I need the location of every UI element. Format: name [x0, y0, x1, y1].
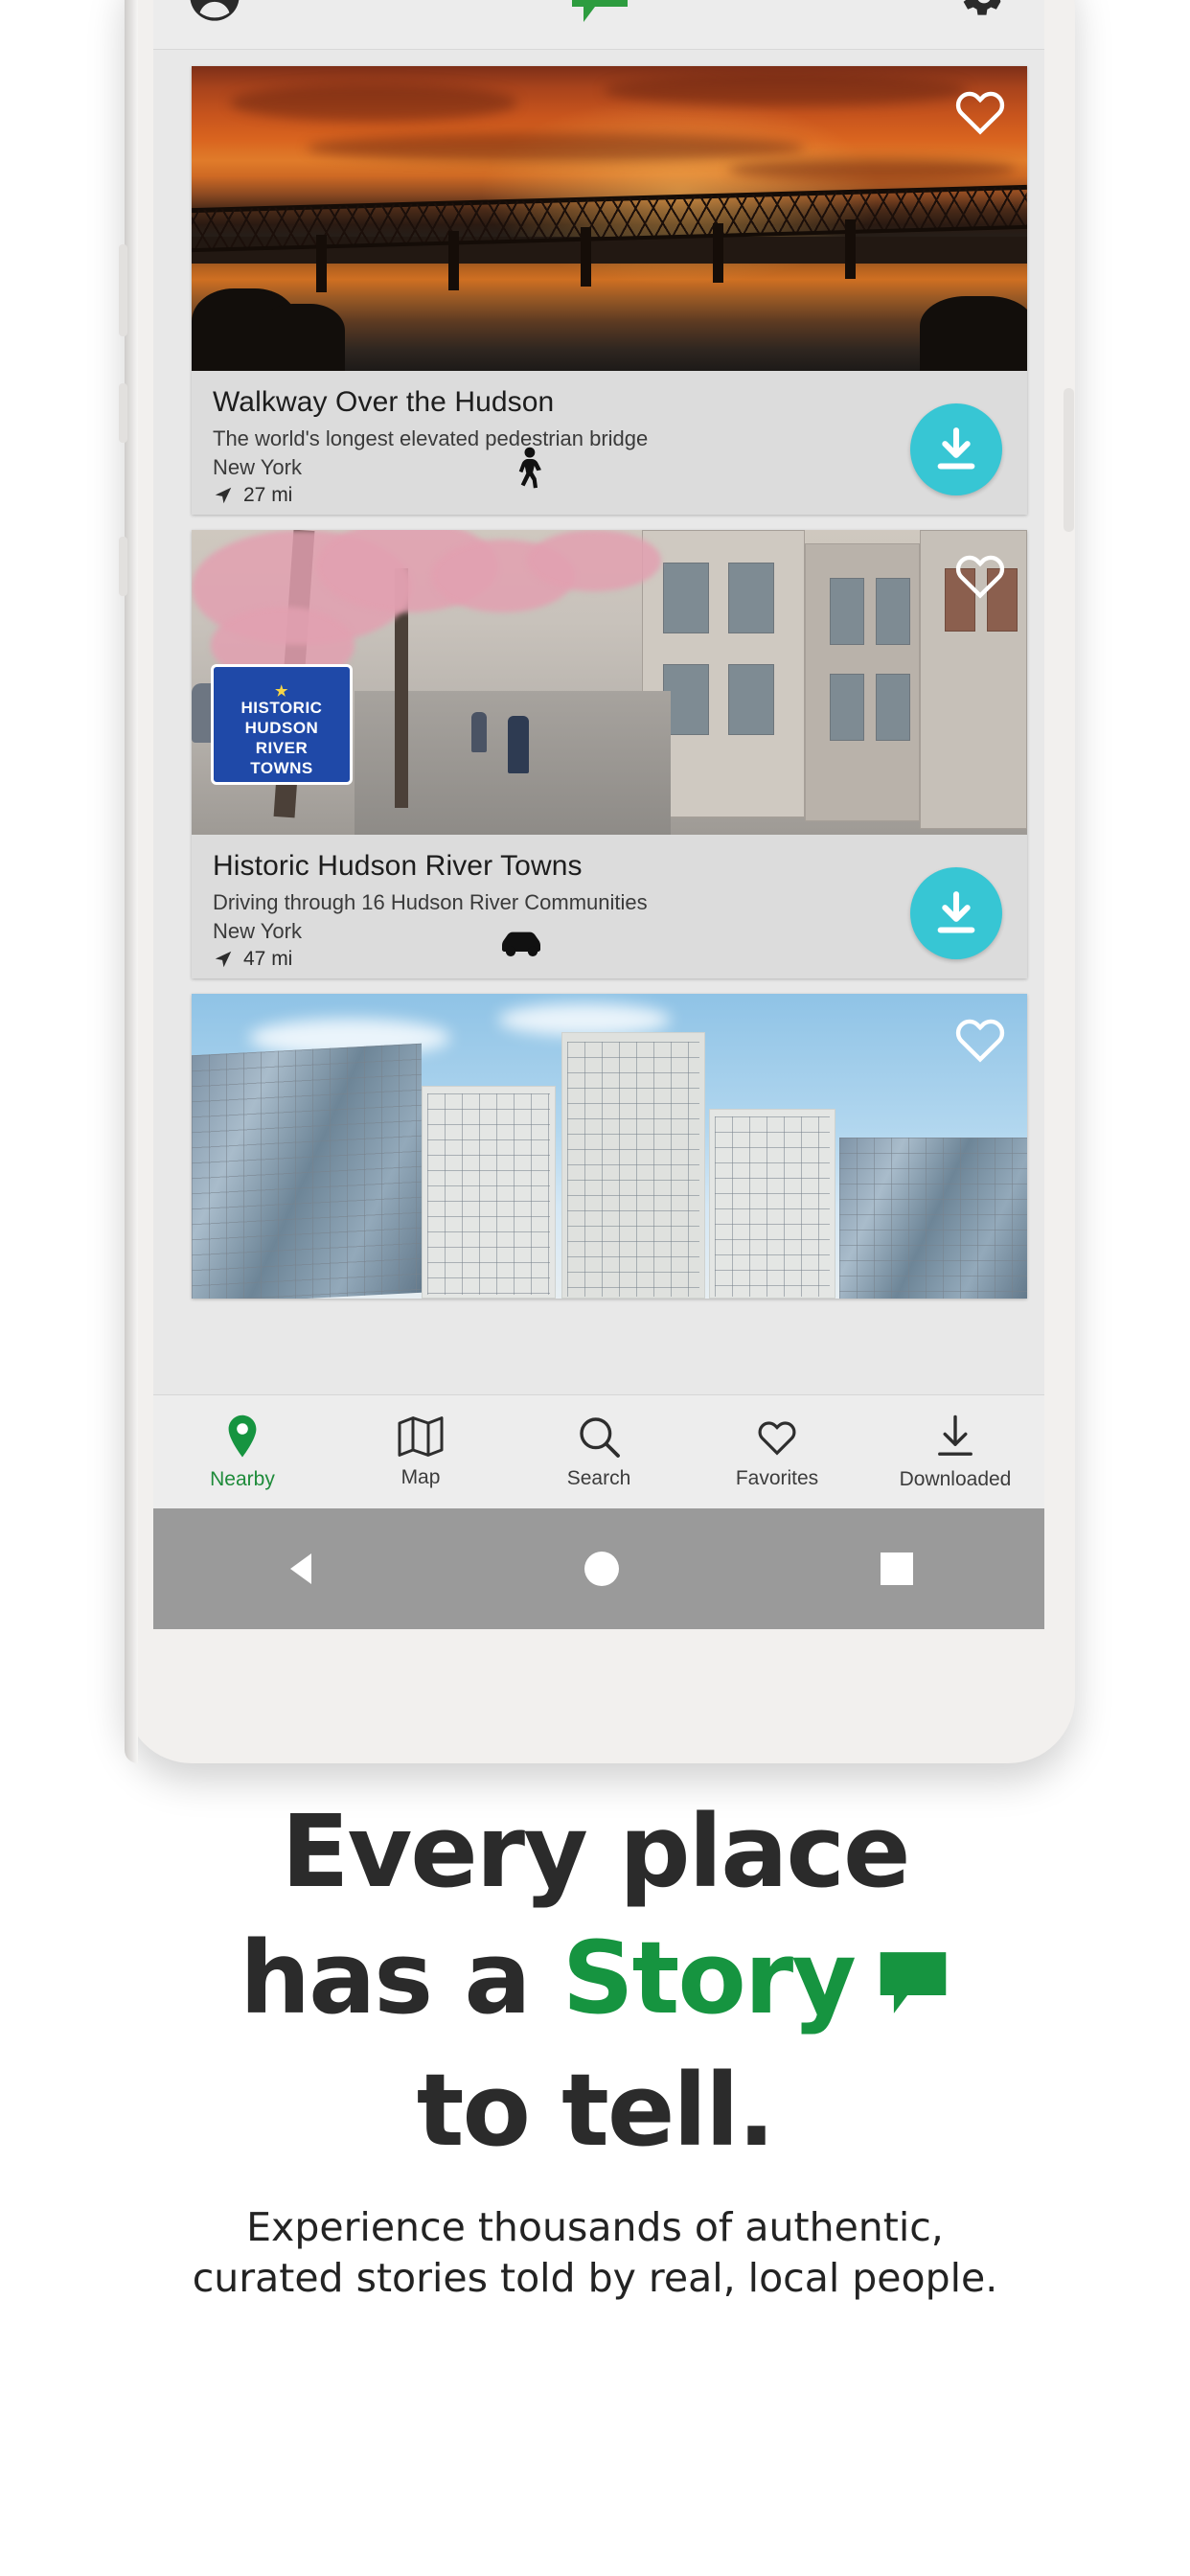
nav-item-downloaded[interactable]: Downloaded [866, 1413, 1044, 1491]
phone-side-button-volume-up [119, 244, 127, 336]
headline-story-word: Story [561, 1920, 857, 2036]
sign-line-3: RIVER [255, 739, 309, 757]
nav-label-map: Map [400, 1466, 441, 1488]
account-circle-icon[interactable] [188, 0, 241, 23]
favorite-button[interactable] [950, 545, 1010, 605]
download-button[interactable] [910, 403, 1002, 495]
heart-outline-icon [758, 1421, 796, 1456]
car-icon [496, 920, 552, 963]
headline-line-2-prefix: has a [240, 1920, 562, 2036]
nav-label-downloaded: Downloaded [899, 1468, 1012, 1490]
nav-item-search[interactable]: Search [510, 1414, 688, 1490]
card-distance: 47 mi [213, 948, 1006, 971]
list-item[interactable]: ★ HISTORIC HUDSON RIVER TOWNS Historic H… [192, 530, 1027, 978]
marketing-block: Every place has a Story to tell. Experie… [0, 1802, 1190, 2305]
walking-icon [508, 447, 550, 503]
nav-item-favorites[interactable]: Favorites [688, 1414, 866, 1490]
subheadline: Experience thousands of authentic, curat… [0, 2202, 1190, 2305]
phone-power-button [1064, 388, 1074, 532]
navigation-arrow-icon [215, 487, 232, 504]
sign-line-1: HISTORIC [240, 699, 323, 717]
card-subtitle: Driving through 16 Hudson River Communit… [213, 890, 648, 914]
card-body: Historic Hudson River Towns Driving thro… [192, 835, 1027, 978]
recents-button[interactable] [879, 1551, 915, 1587]
map-pin-icon [228, 1414, 257, 1458]
speech-bubble-logo [568, 0, 631, 26]
phone-side-button-volume-down [119, 383, 127, 443]
card-title: Walkway Over the Hudson [213, 386, 555, 418]
sign-line-2: HUDSON [244, 719, 319, 737]
nav-label-search: Search [566, 1467, 631, 1489]
map-icon [398, 1416, 444, 1457]
card-distance-text: 27 mi [243, 484, 293, 506]
circle-home-icon [584, 1552, 619, 1586]
nav-label-nearby: Nearby [210, 1468, 275, 1490]
download-arrow-icon [938, 1414, 973, 1456]
card-title: Historic Hudson River Towns [213, 850, 583, 882]
favorite-button[interactable] [950, 1009, 1010, 1069]
historic-hudson-river-towns-sign: ★ HISTORIC HUDSON RIVER TOWNS [211, 664, 353, 785]
square-recents-icon [881, 1552, 914, 1585]
subheadline-line-1: Experience thousands of authentic, [246, 2204, 944, 2250]
headline-line-3: to tell. [416, 2052, 775, 2169]
app-top-bar [153, 0, 1044, 50]
card-region: New York [213, 919, 302, 943]
phone-screen: Walkway Over the Hudson The world's long… [153, 0, 1044, 1629]
android-system-bar[interactable] [153, 1508, 1044, 1629]
triangle-back-icon [289, 1553, 311, 1584]
download-arrow-icon [937, 891, 975, 933]
navigation-arrow-icon [215, 951, 232, 968]
card-photo-blossom-street: ★ HISTORIC HUDSON RIVER TOWNS [192, 530, 1027, 835]
card-photo-bridge-at-sunset [192, 66, 1027, 371]
nav-item-nearby[interactable]: Nearby [153, 1413, 332, 1491]
places-list[interactable]: Walkway Over the Hudson The world's long… [153, 51, 1044, 1629]
favorite-button[interactable] [950, 81, 1010, 141]
back-button[interactable] [283, 1548, 325, 1590]
download-arrow-icon [937, 427, 975, 470]
card-distance: 27 mi [213, 484, 1006, 507]
list-item[interactable]: Walkway Over the Hudson The world's long… [192, 66, 1027, 515]
gear-icon[interactable] [958, 0, 1010, 22]
download-button[interactable] [910, 867, 1002, 959]
nav-label-favorites: Favorites [735, 1467, 819, 1489]
headline-line-2: has a Story [0, 1928, 1190, 2034]
card-subtitle: The world's longest elevated pedestrian … [213, 426, 649, 450]
speech-bubble-icon [876, 1934, 950, 2034]
magnifier-icon [580, 1417, 620, 1458]
headline: Every place has a Story to tell. [0, 1802, 1190, 2160]
bottom-navigation-bar[interactable]: Nearby Map Search Favorites Downloaded [153, 1394, 1044, 1508]
card-body: Walkway Over the Hudson The world's long… [192, 371, 1027, 515]
card-distance-text: 47 mi [243, 948, 293, 970]
home-button[interactable] [583, 1550, 621, 1588]
nav-item-map[interactable]: Map [332, 1414, 510, 1489]
phone-side-button-extra [119, 537, 127, 596]
list-item[interactable] [192, 994, 1027, 1299]
headline-line-1: Every place [281, 1793, 910, 1910]
sign-line-4: TOWNS [250, 759, 313, 777]
card-photo-modern-glass-buildings [192, 994, 1027, 1299]
sign-star: ★ [275, 683, 288, 700]
subheadline-line-2: curated stories told by real, local peop… [192, 2255, 998, 2302]
card-region: New York [213, 455, 302, 479]
